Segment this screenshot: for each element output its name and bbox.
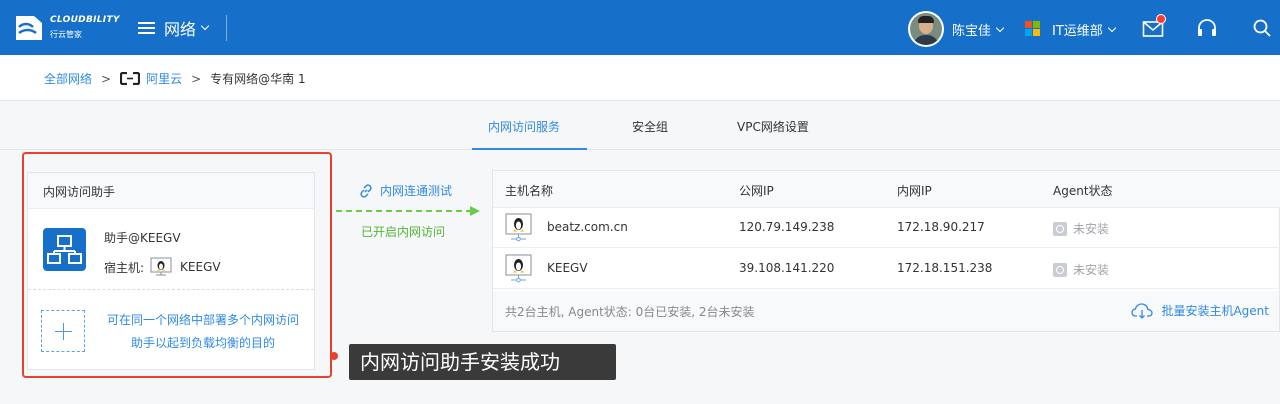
logo-mark-icon	[16, 16, 42, 40]
logo-text-en: CLOUDBILITY	[50, 15, 120, 25]
column-header-host: 主机名称	[505, 184, 554, 198]
aliyun-icon	[120, 72, 141, 85]
callout-dot	[330, 352, 338, 360]
column-header-agent: Agent状态	[1053, 184, 1113, 198]
success-callout: 内网访问助手安装成功	[349, 344, 616, 380]
private-ip: 172.18.151.238	[897, 261, 993, 275]
card-divider	[28, 289, 314, 290]
breadcrumb-separator: >	[191, 71, 202, 86]
tab-security-group[interactable]: 安全组	[632, 118, 668, 135]
search-icon[interactable]	[1252, 18, 1272, 38]
public-ip: 120.79.149.238	[739, 220, 835, 234]
table-row[interactable]: beatz.com.cn 120.79.149.238 172.18.90.21…	[493, 208, 1280, 248]
host-name: beatz.com.cn	[547, 220, 628, 234]
agent-status: 未安装	[1053, 220, 1109, 237]
linux-host-icon	[505, 254, 532, 283]
agent-status-text: 未安装	[1073, 222, 1110, 236]
connectivity-test-link[interactable]: 内网连通测试	[358, 182, 452, 199]
top-bar: CLOUDBILITY 行云管家 网络 陈宝佳 IT运维部	[0, 0, 1280, 55]
department-icon	[1025, 21, 1040, 36]
hamburger-icon[interactable]	[138, 21, 155, 35]
cloud-download-icon	[1131, 302, 1154, 319]
intranet-status: 已开启内网访问	[361, 225, 446, 239]
agent-status-icon	[1053, 221, 1067, 236]
department-menu[interactable]: IT运维部	[1052, 20, 1117, 39]
linux-host-icon	[505, 213, 532, 242]
chevron-down-icon	[995, 23, 1005, 32]
department-name: IT运维部	[1052, 24, 1103, 39]
add-helper-button[interactable]	[41, 310, 85, 352]
batch-install-label: 批量安装主机Agent	[1161, 304, 1269, 318]
private-ip: 172.18.90.217	[897, 220, 985, 234]
agent-status-icon	[1053, 262, 1067, 277]
table-header: 主机名称 公网IP 内网IP Agent状态	[493, 171, 1280, 208]
agent-status: 未安装	[1053, 261, 1109, 278]
add-hint-line-1: 可在同一个网络中部署多个内网访问	[106, 313, 299, 327]
host-name: KEEGV	[547, 261, 588, 275]
table-row[interactable]: KEEGV 39.108.141.220 172.18.151.238 未安装	[493, 249, 1280, 289]
add-helper-hint[interactable]: 可在同一个网络中部署多个内网访问 助手以起到负载均衡的目的	[98, 309, 308, 355]
avatar[interactable]	[908, 11, 944, 47]
active-tab-indicator	[472, 148, 587, 150]
cloudbility-logo[interactable]: CLOUDBILITY 行云管家	[14, 12, 124, 44]
agent-status-text: 未安装	[1073, 263, 1110, 277]
tab-bar: 内网访问服务 安全组 VPC网络设置	[0, 102, 1280, 150]
logo-text-cn: 行云管家	[50, 30, 82, 39]
column-header-private-ip: 内网IP	[897, 184, 932, 198]
network-topology-icon	[43, 228, 86, 271]
public-ip: 39.108.141.220	[739, 261, 835, 275]
link-icon	[360, 183, 372, 198]
helper-name: 助手@KEEGV	[104, 231, 181, 245]
breadcrumb-current: 专有网络@华南 1	[210, 72, 306, 86]
tab-vpc-settings[interactable]: VPC网络设置	[737, 118, 809, 135]
nav-divider	[226, 15, 227, 41]
helper-card-title: 内网访问助手	[28, 173, 314, 209]
user-menu[interactable]: 陈宝佳	[952, 20, 1005, 39]
nav-label: 网络	[164, 20, 197, 39]
table-footer: 共2台主机, Agent状态: 0台已安装, 2台未安装 批量安装主机Agent	[493, 291, 1279, 331]
host-table: 主机名称 公网IP 内网IP Agent状态 beatz.com.cn 120.…	[492, 170, 1280, 332]
column-header-public-ip: 公网IP	[739, 184, 774, 198]
headset-icon[interactable]	[1196, 18, 1218, 38]
intranet-helper-card: 内网访问助手 助手@KEEGV 宿主机: KEEGV 可在同一个网络中部署多个内…	[27, 172, 315, 370]
arrow-right-icon	[470, 206, 480, 216]
notification-dot	[1156, 14, 1166, 24]
host-summary: 共2台主机, Agent状态: 0台已安装, 2台未安装	[505, 305, 755, 319]
linux-host-icon	[150, 257, 172, 276]
user-name: 陈宝佳	[952, 24, 992, 39]
add-hint-line-2: 助手以起到负载均衡的目的	[130, 336, 275, 350]
chevron-down-icon	[200, 21, 210, 31]
breadcrumb-bar: 全部网络 > 阿里云 > 专有网络@华南 1	[0, 55, 1280, 101]
breadcrumb: 全部网络 > 阿里云 > 专有网络@华南 1	[44, 70, 306, 87]
host-label: 宿主机:	[104, 260, 145, 275]
breadcrumb-aliyun[interactable]: 阿里云	[146, 70, 182, 87]
helper-host: 宿主机: KEEGV	[104, 257, 221, 277]
tab-intranet-access[interactable]: 内网访问服务	[488, 118, 560, 135]
breadcrumb-separator: >	[101, 71, 112, 86]
host-name: KEEGV	[180, 260, 221, 274]
breadcrumb-all-networks[interactable]: 全部网络	[44, 70, 92, 87]
batch-install-agent-button[interactable]: 批量安装主机Agent	[1131, 302, 1269, 319]
network-nav-dropdown[interactable]: 网络	[138, 17, 210, 39]
connectivity-test-label: 内网连通测试	[380, 184, 453, 198]
chevron-down-icon	[1107, 23, 1117, 32]
connection-line	[336, 210, 472, 212]
